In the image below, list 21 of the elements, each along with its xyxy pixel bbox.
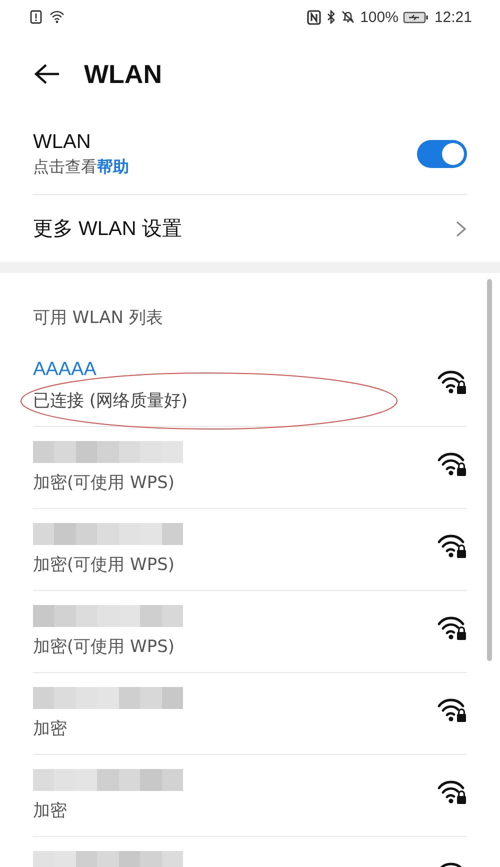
wlan-label: WLAN <box>33 130 92 154</box>
network-status: 已连接 (网络质量好) <box>33 390 188 412</box>
network-status: 加密 <box>33 718 68 740</box>
network-item[interactable]: AAAAA 已连接 (网络质量好) <box>33 345 467 427</box>
more-settings-item[interactable]: 更多 WLAN 设置 <box>33 195 467 262</box>
network-status: 加密(可使用 WPS) <box>33 636 176 658</box>
battery-percent: 100% <box>360 8 398 26</box>
network-status: 加密(可使用 WPS) <box>33 554 176 576</box>
section-title: 可用 WLAN 列表 <box>33 307 164 330</box>
clock: 12:21 <box>434 8 472 26</box>
network-item[interactable]: 加密 <box>33 755 467 837</box>
help-hint: 点击查看帮助 <box>33 156 129 178</box>
network-status: 加密(可使用 WPS) <box>33 472 176 494</box>
network-item[interactable]: 加密 <box>33 673 467 755</box>
network-item[interactable]: 加密(可使用 WPS) <box>33 427 467 509</box>
network-name: AAAAA <box>33 359 98 381</box>
network-item[interactable]: 加密(可使用 WPS) <box>33 591 467 673</box>
network-status: 加密 <box>33 800 68 822</box>
help-link[interactable]: 帮助 <box>97 156 129 176</box>
page-title: WLAN <box>84 58 162 90</box>
network-item[interactable]: 加密(可使用 WPS) <box>33 509 467 591</box>
